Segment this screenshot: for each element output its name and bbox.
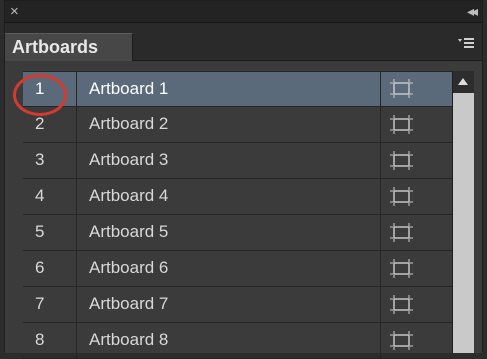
artboard-row[interactable]: 1 Artboard 1 — [23, 71, 455, 107]
artboard-options-icon[interactable] — [389, 222, 415, 244]
artboard-row[interactable]: 3 Artboard 3 — [23, 143, 455, 179]
artboard-options-icon[interactable] — [389, 330, 415, 352]
artboards-panel: × ◂◂ Artboards 1 Artboard 1 2 Artboard 2 3 Ar… — [4, 0, 483, 359]
artboard-row[interactable]: 5 Artboard 5 — [23, 215, 455, 251]
artboard-options-cell — [381, 323, 455, 358]
artboard-number: 6 — [23, 251, 77, 286]
tab-artboards[interactable]: Artboards — [5, 33, 133, 61]
artboard-name[interactable]: Artboard 7 — [77, 287, 381, 322]
artboard-options-cell — [381, 143, 455, 178]
artboard-options-cell — [381, 72, 455, 106]
artboard-options-cell — [381, 287, 455, 322]
artboard-number: 1 — [23, 72, 77, 106]
arrow-up-icon — [458, 78, 468, 85]
artboard-options-cell — [381, 215, 455, 250]
scroll-up-button[interactable] — [453, 71, 474, 93]
artboard-options-icon[interactable] — [389, 78, 415, 100]
artboard-options-icon[interactable] — [389, 186, 415, 208]
scrollbar[interactable] — [452, 71, 474, 353]
artboard-name[interactable]: Artboard 5 — [77, 215, 381, 250]
artboard-rows: 1 Artboard 1 2 Artboard 2 3 Artboard 3 4 Artboa… — [23, 71, 455, 359]
artboard-number: 3 — [23, 143, 77, 178]
artboard-name[interactable]: Artboard 4 — [77, 179, 381, 214]
artboard-number: 7 — [23, 287, 77, 322]
artboard-row[interactable]: 4 Artboard 4 — [23, 179, 455, 215]
artboard-name[interactable]: Artboard 3 — [77, 143, 381, 178]
artboard-number: 2 — [23, 107, 77, 142]
artboard-number: 8 — [23, 323, 77, 358]
close-icon[interactable]: × — [10, 3, 19, 20]
artboard-name[interactable]: Artboard 1 — [77, 72, 381, 106]
artboard-options-icon[interactable] — [389, 294, 415, 316]
artboard-name[interactable]: Artboard 8 — [77, 323, 381, 358]
panel-title-bar: × ◂◂ — [5, 1, 482, 23]
artboard-options-icon[interactable] — [389, 150, 415, 172]
artboard-options-cell — [381, 251, 455, 286]
panel-tab-bar: Artboards — [5, 23, 482, 61]
artboard-name[interactable]: Artboard 6 — [77, 251, 381, 286]
artboard-options-icon[interactable] — [389, 258, 415, 280]
artboard-number: 4 — [23, 179, 77, 214]
artboard-list: 1 Artboard 1 2 Artboard 2 3 Artboard 3 4 Artboa… — [5, 61, 482, 359]
collapse-icon[interactable]: ◂◂ — [467, 3, 478, 20]
artboard-options-icon[interactable] — [389, 114, 415, 136]
artboard-row[interactable]: 7 Artboard 7 — [23, 287, 455, 323]
artboard-row[interactable]: 2 Artboard 2 — [23, 107, 455, 143]
panel-menu-icon[interactable] — [458, 36, 474, 50]
artboard-number: 5 — [23, 215, 77, 250]
artboard-row[interactable]: 8 Artboard 8 — [23, 323, 455, 359]
artboard-options-cell — [381, 179, 455, 214]
artboard-name[interactable]: Artboard 2 — [77, 107, 381, 142]
artboard-row[interactable]: 6 Artboard 6 — [23, 251, 455, 287]
artboard-options-cell — [381, 107, 455, 142]
